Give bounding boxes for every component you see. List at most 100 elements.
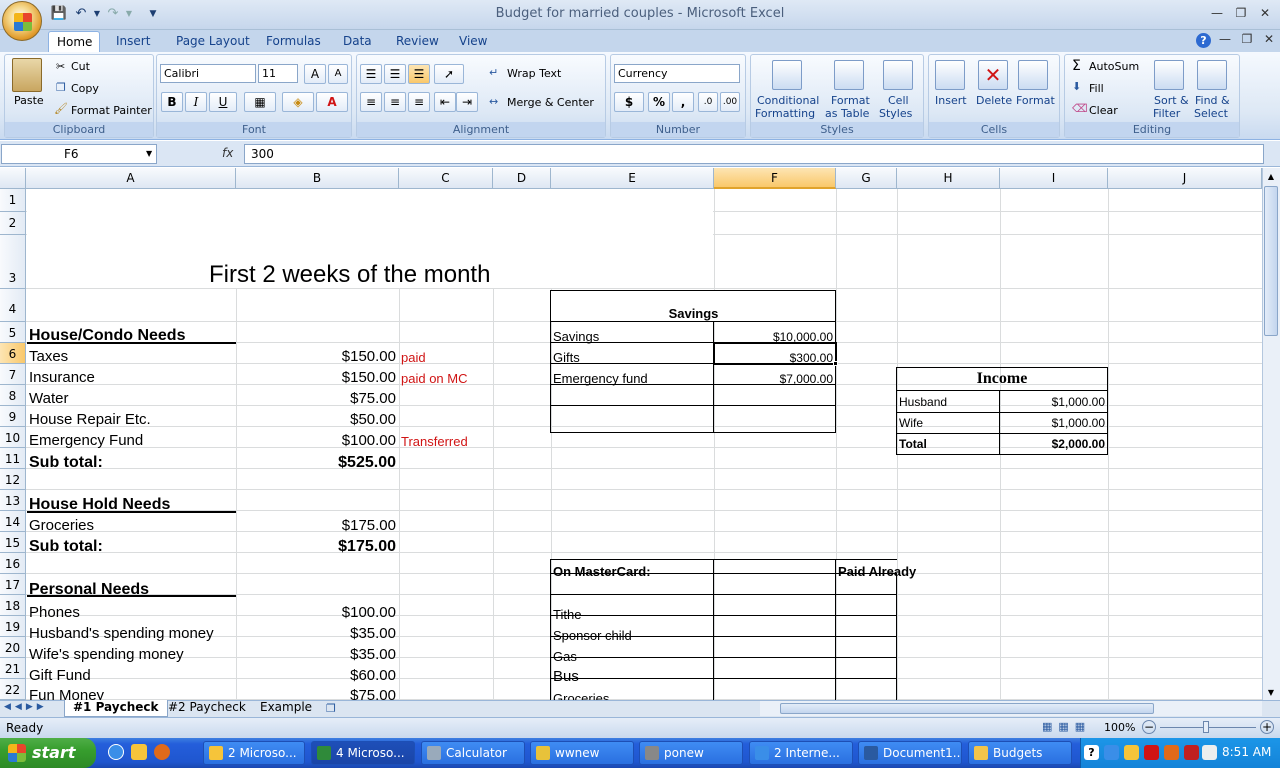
increase-decimal-icon[interactable]: .0 (698, 92, 718, 112)
format-painter-button[interactable]: Format Painter (71, 104, 152, 117)
savings-item-label[interactable]: Gifts (553, 351, 580, 364)
delete-cells-button[interactable]: Delete (976, 94, 1012, 107)
sheet-heading[interactable]: First 2 weeks of the month (209, 263, 490, 287)
income-item-label[interactable]: Husband (899, 396, 947, 408)
horizontal-scroll-thumb[interactable] (780, 703, 1154, 714)
income-item-amount[interactable]: $1,000.00 (1000, 417, 1105, 429)
sheet-nav-arrows-icon[interactable]: ◀◀▶▶ (4, 702, 48, 712)
percent-button[interactable]: % (648, 92, 670, 112)
find-select-icon[interactable] (1197, 60, 1227, 90)
outlook-quicklaunch-icon[interactable] (131, 744, 147, 760)
cut-button[interactable]: Cut (71, 60, 90, 73)
cell-styles-icon[interactable] (883, 60, 913, 90)
orientation-icon[interactable]: ➚ (434, 64, 464, 84)
merge-center-button[interactable]: Merge & Center (507, 96, 594, 109)
savings-title[interactable]: Savings (551, 307, 836, 320)
task-document1[interactable]: Document1... (858, 741, 962, 765)
currency-button[interactable]: $ (614, 92, 644, 112)
copy-button[interactable]: Copy (71, 82, 99, 95)
save-icon[interactable]: 💾 (50, 5, 68, 23)
redo-dropdown-icon[interactable]: ▼ (120, 5, 138, 23)
personal-item-label[interactable]: Fun Money (29, 688, 104, 700)
paste-button[interactable]: Paste (14, 94, 44, 107)
house-item-note[interactable]: Transferred (401, 435, 468, 448)
tab-review[interactable]: Review (388, 31, 447, 53)
shield-icon[interactable] (1184, 745, 1199, 760)
savings-item-amount[interactable]: $300.00 (714, 352, 833, 364)
row-header-4[interactable]: 4 (0, 289, 26, 322)
font-color-icon[interactable]: A (316, 92, 348, 112)
personal-item-amount[interactable]: $75.00 (236, 688, 396, 700)
row-header-12[interactable]: 12 (0, 469, 26, 490)
income-item-amount[interactable]: $1,000.00 (1000, 396, 1105, 408)
mastercard-title[interactable]: On MasterCard: (553, 565, 651, 578)
worksheet-grid[interactable]: A B C D E F G H I J 1 2 3 4 5 6 7 8 9 10… (0, 168, 1262, 700)
house-item-label[interactable]: Water (29, 391, 68, 406)
house-item-amount[interactable]: $75.00 (236, 391, 396, 406)
increase-indent-icon[interactable]: ⇥ (456, 92, 478, 112)
personal-item-amount[interactable]: $35.00 (236, 626, 396, 641)
mastercard-item[interactable]: Tithe (553, 608, 581, 621)
tray-icon[interactable] (1144, 745, 1159, 760)
col-header-g[interactable]: G (836, 168, 897, 189)
tab-home[interactable]: Home (48, 31, 100, 53)
paste-icon[interactable] (12, 58, 42, 92)
fill-color-icon[interactable]: ◈ (282, 92, 314, 112)
row-header-5[interactable]: 5 (0, 322, 26, 343)
align-bottom-icon[interactable]: ☰ (408, 64, 430, 84)
grow-font-icon[interactable]: A (304, 64, 326, 84)
office-button[interactable] (2, 1, 42, 41)
col-header-c[interactable]: C (399, 168, 493, 189)
mastercard-item[interactable]: Groceries (553, 692, 609, 700)
new-sheet-icon[interactable]: ❐ (326, 702, 336, 715)
sheet-tab-paycheck-1[interactable]: #1 Paycheck (64, 700, 168, 717)
tab-page-layout[interactable]: Page Layout (168, 31, 258, 53)
wrap-text-icon[interactable]: ↵ (489, 66, 498, 79)
cut-icon[interactable]: ✂ (56, 60, 65, 73)
clear-button[interactable]: Clear (1089, 104, 1118, 117)
conditional-formatting-icon[interactable] (772, 60, 802, 90)
tab-view[interactable]: View (451, 31, 495, 53)
restore-icon[interactable]: ❐ (1230, 4, 1252, 22)
format-as-table-button[interactable]: Format (831, 94, 870, 107)
task-microsoft-2[interactable]: 2 Microso... (203, 741, 305, 765)
household-item-amount[interactable]: $175.00 (236, 518, 396, 533)
house-item-note[interactable]: paid on MC (401, 372, 467, 385)
scroll-down-icon[interactable]: ▼ (1264, 686, 1278, 700)
name-box-dropdown-icon[interactable]: ▼ (146, 149, 152, 158)
row-header-8[interactable]: 8 (0, 385, 26, 406)
comma-button[interactable]: , (672, 92, 694, 112)
personal-item-label[interactable]: Wife's spending money (29, 647, 184, 662)
task-ponew[interactable]: ponew (639, 741, 743, 765)
row-header-18[interactable]: 18 (0, 595, 26, 616)
income-total-label[interactable]: Total (899, 438, 927, 450)
row-header-16[interactable]: 16 (0, 553, 26, 574)
savings-item-amount[interactable]: $10,000.00 (714, 331, 833, 343)
savings-item-label[interactable]: Savings (553, 330, 599, 343)
zoom-slider-handle[interactable] (1203, 721, 1209, 733)
borders-icon[interactable]: ▦ (244, 92, 276, 112)
tray-icon[interactable] (1104, 745, 1119, 760)
insert-cells-icon[interactable] (935, 60, 965, 90)
format-painter-icon[interactable]: 🖌 (54, 102, 68, 115)
format-cells-button[interactable]: Format (1016, 94, 1055, 107)
align-left-icon[interactable]: ≡ (360, 92, 382, 112)
select-all-corner[interactable] (0, 168, 26, 189)
house-item-amount[interactable]: $150.00 (236, 370, 396, 385)
zoom-level[interactable]: 100% (1104, 721, 1135, 734)
align-center-icon[interactable]: ≡ (384, 92, 406, 112)
row-header-17[interactable]: 17 (0, 574, 26, 595)
house-subtotal-value[interactable]: $525.00 (236, 455, 396, 471)
bold-button[interactable]: B (161, 92, 183, 112)
house-item-label[interactable]: House Repair Etc. (29, 412, 151, 427)
insert-cells-button[interactable]: Insert (935, 94, 967, 107)
wb-close-icon[interactable]: ✕ (1258, 30, 1280, 48)
row-header-3[interactable]: 3 (0, 235, 26, 289)
autosum-button[interactable]: AutoSum (1089, 60, 1139, 73)
tab-data[interactable]: Data (335, 31, 380, 53)
col-header-b[interactable]: B (236, 168, 399, 189)
col-header-j[interactable]: J (1108, 168, 1262, 189)
customize-qat-icon[interactable]: ▼ (144, 5, 162, 23)
personal-item-amount[interactable]: $100.00 (236, 605, 396, 620)
household-subtotal-label[interactable]: Sub total: (29, 539, 103, 555)
